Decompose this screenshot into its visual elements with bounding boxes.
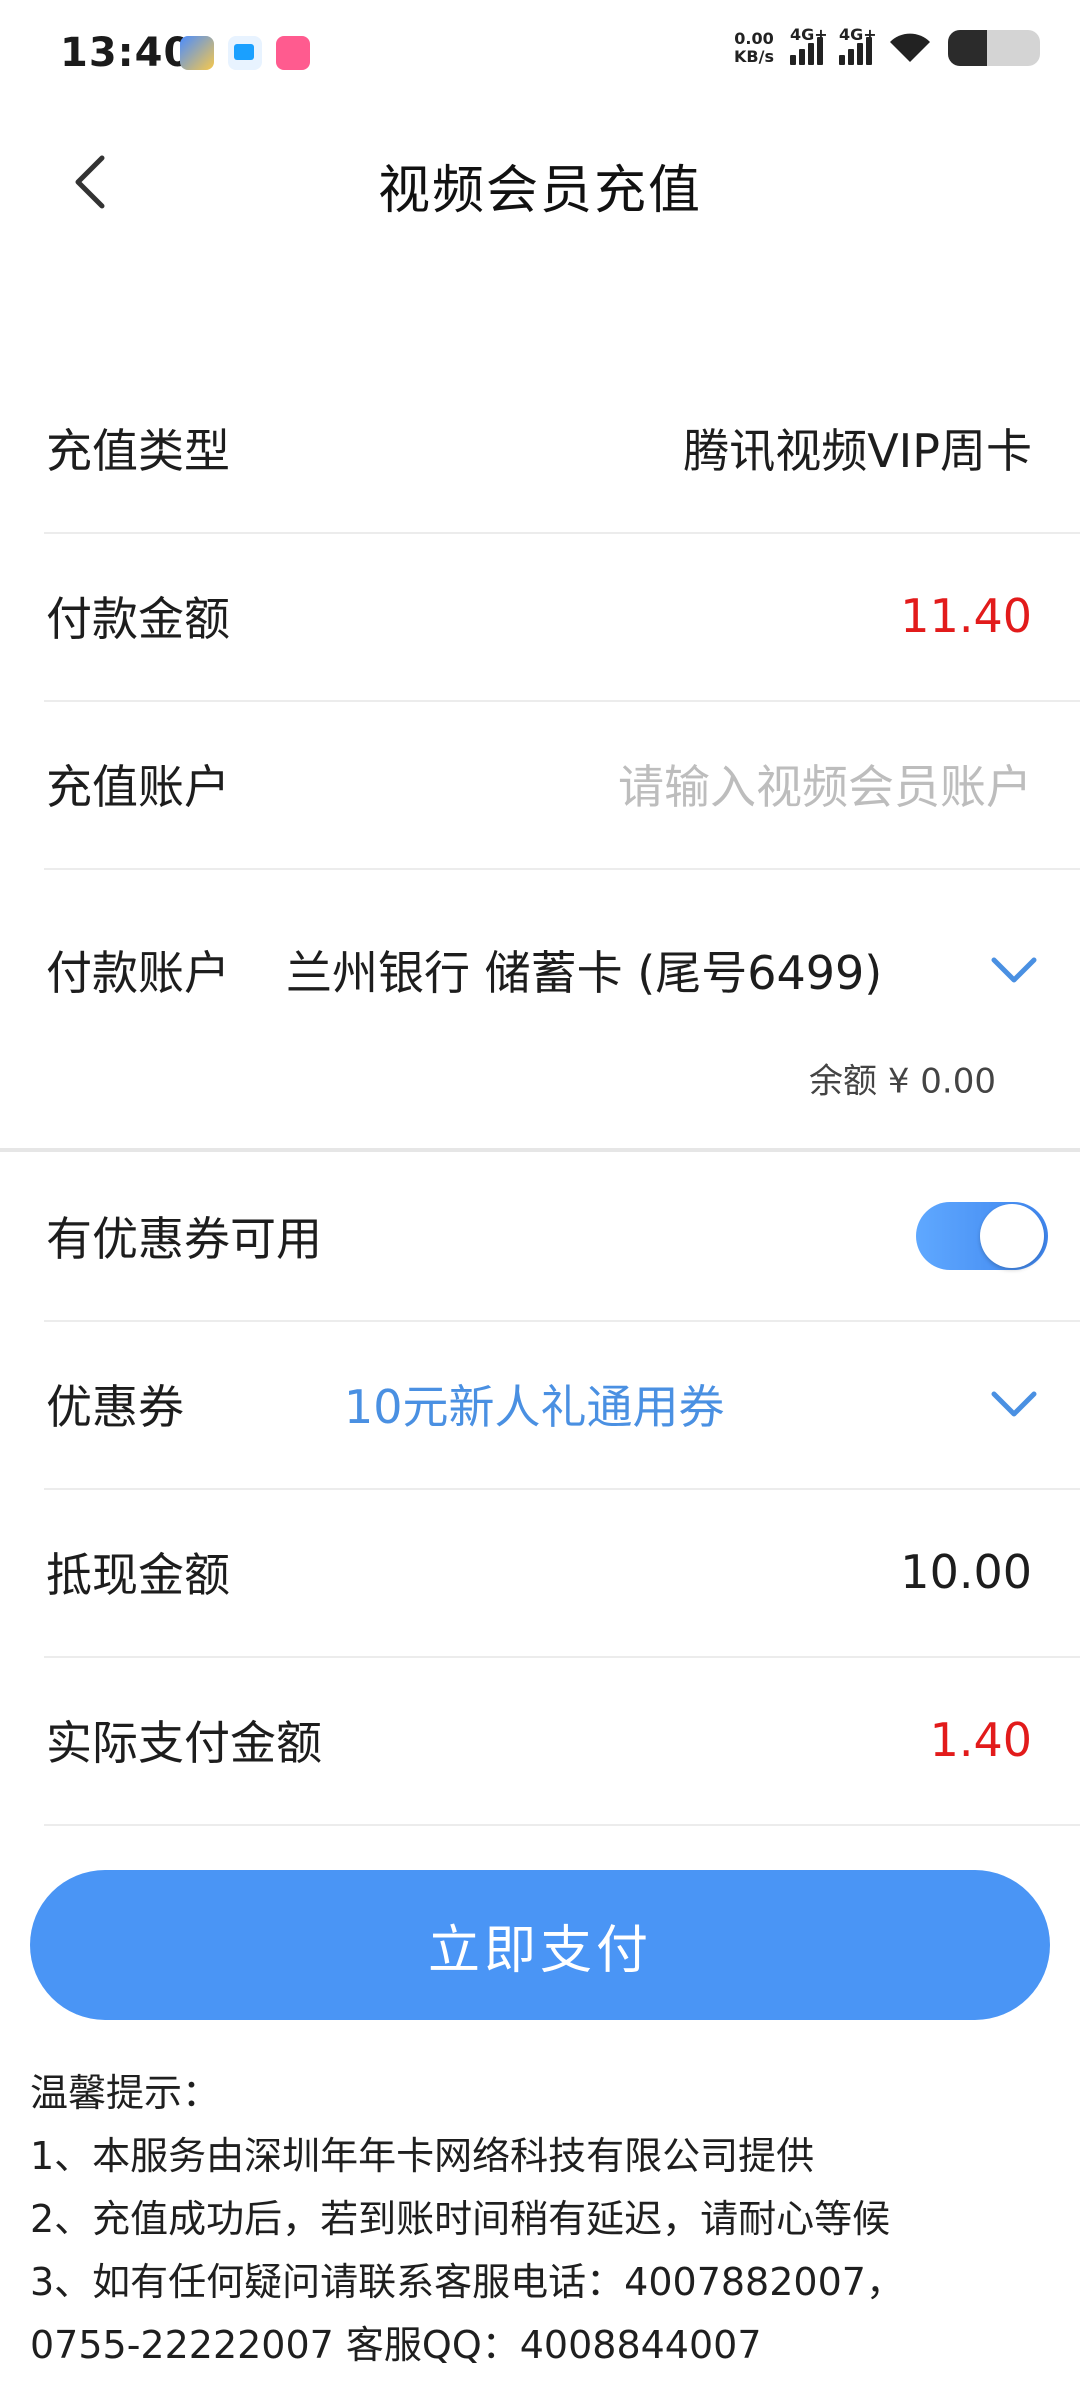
pay-account-value[interactable]: 兰州银行 储蓄卡 (尾号6499) [286,937,882,1003]
tips-line: 3、如有任何疑问请联系客服电话：4007882007， [30,2260,904,2304]
header: 视频会员充值 [0,112,1080,252]
pay-account-label: 付款账户 [46,946,230,1000]
tips-title: 温馨提示： [30,2071,221,2115]
pay-amount-value: 11.40 [900,589,1032,643]
signal-icon: 4G+ [839,25,877,65]
recharge-type-label: 充值类型 [46,424,230,478]
balance-text: 余额 ¥ 0.00 [809,1061,996,1102]
actual-pay-row: 实际支付金额 1.40 [44,1656,1080,1826]
battery-icon [948,30,1040,66]
signal-icon: 4G+ [790,25,828,65]
actual-pay-label: 实际支付金额 [46,1716,322,1770]
wifi-icon [890,33,930,62]
tips-line: 0755-22222007 客服QQ：4008844007 [30,2323,762,2367]
pay-amount-row: 付款金额 11.40 [44,532,1080,702]
app-notification-icon [228,36,262,70]
page-title: 视频会员充值 [377,161,702,221]
chevron-down-icon[interactable] [988,1384,1040,1424]
coupon-toggle[interactable] [916,1202,1048,1270]
pay-account-row[interactable]: 付款账户 兰州银行 储蓄卡 (尾号6499) 余额 ¥ 0.00 [44,868,1080,1148]
coupon-value[interactable]: 10元新人礼通用券 [344,1371,725,1437]
coupon-label: 优惠券 [46,1380,184,1434]
recharge-account-row[interactable]: 充值账户 请输入视频会员账户 [44,700,1080,870]
recharge-type-row[interactable]: 充值类型 腾讯视频VIP周卡 [44,364,1080,534]
tips-line: 2、充值成功后，若到账时间稍有延迟，请耐心等候 [30,2197,891,2241]
notification-icons [180,36,310,70]
tips-line: 1、本服务由深圳年年卡网络科技有限公司提供 [30,2134,815,2178]
recharge-type-value: 腾讯视频VIP周卡 [683,424,1032,478]
toggle-knob [980,1204,1044,1268]
app-notification-icon [180,36,214,70]
status-indicators: 0.00 KB/s 4G+ 4G+ [734,25,1040,66]
coupon-available-row: 有优惠券可用 [44,1152,1080,1322]
app-notification-icon [276,36,310,70]
chevron-down-icon[interactable] [988,950,1040,990]
net-speed: 0.00 KB/s [734,29,774,66]
tips-section: 温馨提示： 1、本服务由深圳年年卡网络科技有限公司提供 2、充值成功后，若到账时… [30,2062,1060,2377]
recharge-account-label: 充值账户 [46,760,230,814]
recharge-account-input[interactable]: 请输入视频会员账户 [618,751,1032,817]
discount-value: 10.00 [900,1545,1032,1599]
coupon-row[interactable]: 优惠券 10元新人礼通用券 [44,1320,1080,1490]
coupon-available-label: 有优惠券可用 [46,1212,322,1266]
discount-row: 抵现金额 10.00 [44,1488,1080,1658]
actual-pay-value: 1.40 [929,1713,1032,1767]
pay-amount-label: 付款金额 [46,592,230,646]
discount-label: 抵现金额 [46,1548,230,1602]
status-bar: 13:40 0.00 KB/s 4G+ 4G+ [0,0,1080,112]
status-time: 13:40 [60,30,193,76]
pay-now-button[interactable]: 立即支付 [30,1870,1050,2020]
